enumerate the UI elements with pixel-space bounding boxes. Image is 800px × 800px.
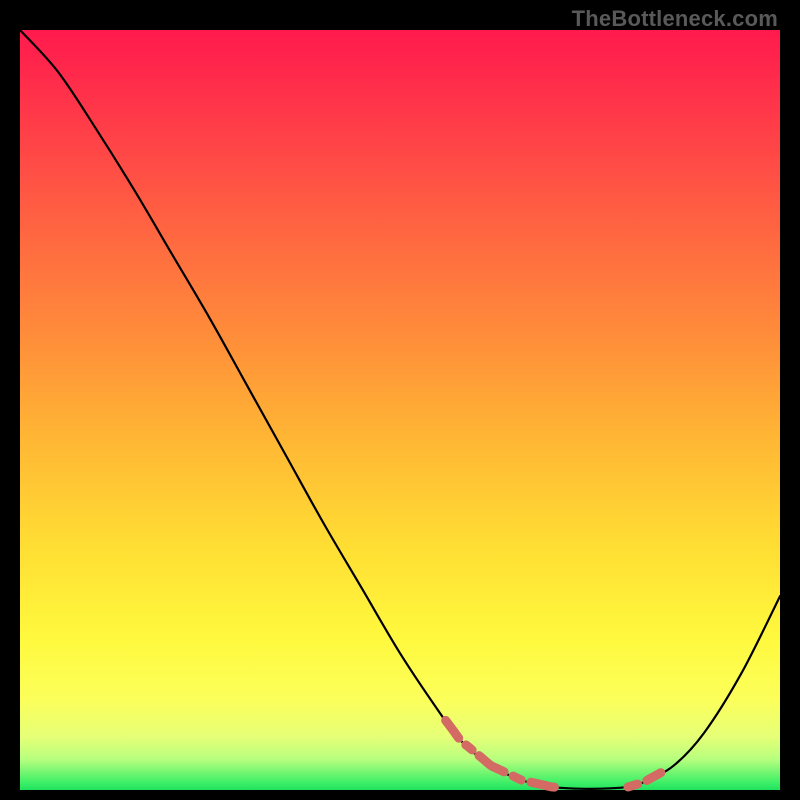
plot-area	[20, 30, 780, 790]
watermark-text: TheBottleneck.com	[572, 6, 778, 32]
marker-dashes-right	[628, 766, 674, 787]
bottleneck-curve	[20, 30, 780, 789]
marker-dashes-left	[446, 720, 598, 789]
chart-frame: TheBottleneck.com	[0, 0, 800, 800]
curve-svg	[20, 30, 780, 790]
